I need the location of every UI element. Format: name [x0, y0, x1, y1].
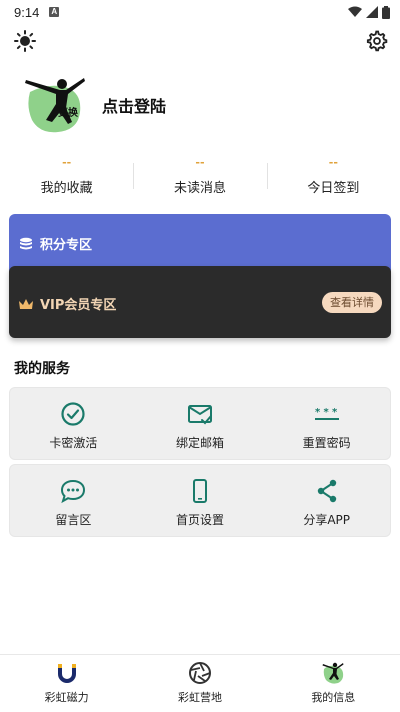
view-details-button[interactable]: 查看详情 [322, 292, 382, 313]
mail-check-icon [188, 405, 212, 425]
vip-zone-label: VIP会员专区 [40, 298, 117, 313]
avatar-change-badge: 更换 [58, 106, 79, 119]
svg-text:*: * [315, 407, 321, 418]
service-label: 留言区 [55, 513, 92, 527]
service-label: 分享APP [303, 513, 351, 527]
magnet-icon [57, 664, 76, 683]
tab-label: 彩虹营地 [177, 691, 222, 704]
vip-zone-card[interactable]: VIP会员专区 查看详情 [9, 266, 391, 338]
login-label[interactable]: 点击登陆 [102, 93, 166, 117]
battery-icon [382, 5, 390, 19]
wifi-icon [348, 6, 362, 17]
stat-favorites[interactable]: -- 我的收藏 [0, 155, 133, 197]
profile-header[interactable]: 更换 点击登陆 [22, 72, 166, 138]
tab-label: 我的信息 [311, 691, 356, 704]
share-icon [317, 479, 336, 503]
avatar-icon [322, 662, 344, 684]
password-icon: * * * [314, 407, 339, 420]
aperture-icon [188, 662, 211, 684]
service-label: 绑定邮箱 [176, 436, 225, 450]
service-home-settings[interactable]: 首页设置 [137, 465, 264, 536]
service-label: 首页设置 [176, 513, 225, 527]
phone-icon [193, 479, 207, 503]
service-message-board[interactable]: 留言区 [10, 465, 137, 536]
stat-value: -- [328, 156, 338, 169]
top-bar [0, 28, 400, 56]
stat-label: 今日签到 [307, 181, 360, 196]
settings-gear-icon[interactable] [366, 30, 388, 52]
svg-text:*: * [323, 407, 329, 418]
service-label: 重置密码 [302, 436, 351, 450]
notification-icon: A [49, 7, 60, 17]
stat-unread-messages[interactable]: -- 未读消息 [133, 155, 266, 197]
stat-label: 未读消息 [173, 181, 226, 196]
tab-label: 彩虹磁力 [44, 691, 89, 704]
service-bind-email[interactable]: 绑定邮箱 [137, 388, 264, 459]
crown-icon [19, 298, 33, 309]
stat-value: -- [195, 156, 205, 169]
stats-row: -- 我的收藏 -- 未读消息 -- 今日签到 [0, 155, 400, 197]
tab-my-info[interactable]: 我的信息 [267, 655, 400, 712]
bottom-tab-bar: 彩虹磁力 彩虹营地 我的信息 [0, 654, 400, 712]
service-label: 卡密激活 [49, 436, 98, 450]
tab-rainbow-camp[interactable]: 彩虹营地 [133, 655, 266, 712]
signal-icon [366, 6, 378, 18]
tab-rainbow-magnet[interactable]: 彩虹磁力 [0, 655, 133, 712]
chat-icon [61, 479, 86, 504]
service-share-app[interactable]: 分享APP [263, 465, 390, 536]
coins-icon [20, 237, 32, 249]
brightness-icon[interactable] [14, 30, 36, 52]
services-title: 我的服务 [14, 361, 70, 377]
services-grid-row-2: 留言区 首页设置 分享APP [9, 464, 391, 537]
status-time: 9:14 [14, 4, 40, 20]
services-grid-row-1: 卡密激活 绑定邮箱 * * * 重置密码 [9, 387, 391, 460]
status-bar: 9:14 A [0, 0, 400, 24]
service-card-activation[interactable]: 卡密激活 [10, 388, 137, 459]
check-circle-icon [61, 402, 85, 426]
avatar-image[interactable]: 更换 [22, 72, 88, 138]
stat-label: 我的收藏 [40, 181, 93, 196]
stat-daily-checkin[interactable]: -- 今日签到 [266, 155, 400, 197]
points-zone-label: 积分专区 [40, 238, 93, 253]
service-reset-password[interactable]: * * * 重置密码 [263, 388, 390, 459]
stat-value: -- [62, 156, 72, 169]
svg-text:*: * [332, 407, 338, 418]
